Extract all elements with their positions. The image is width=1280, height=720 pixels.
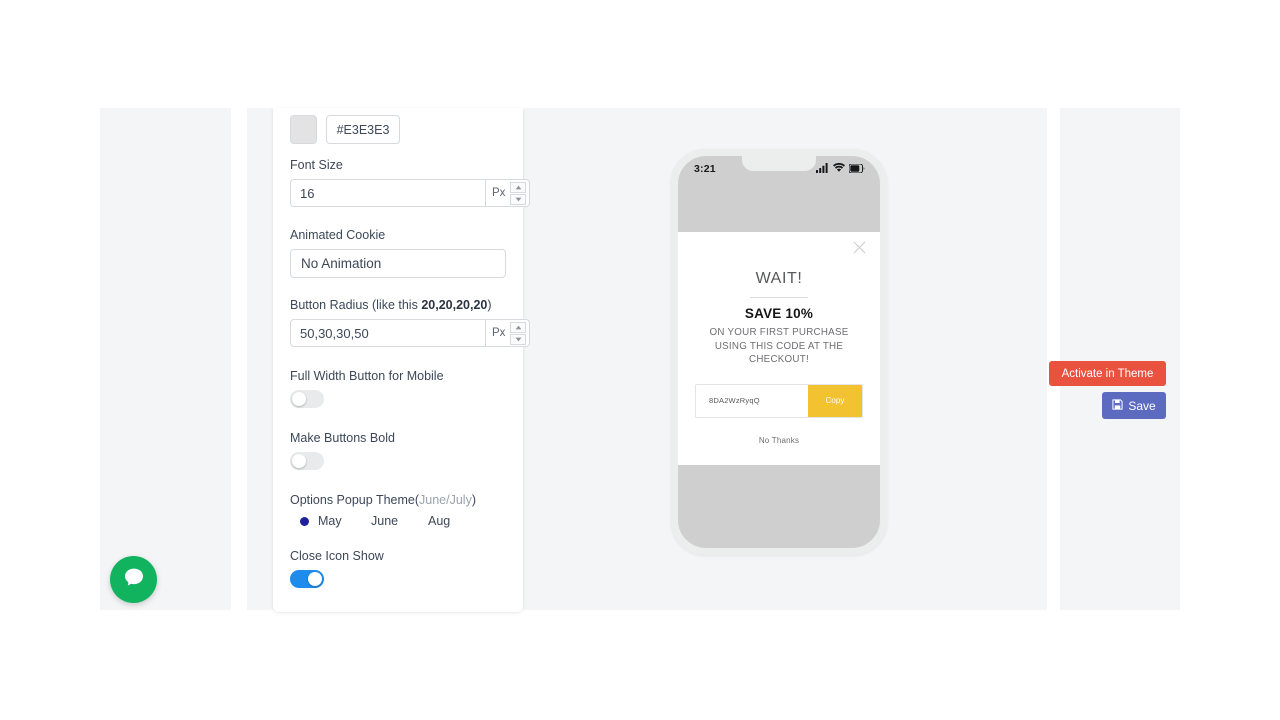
activate-in-theme-button[interactable]: Activate in Theme	[1049, 361, 1166, 386]
animated-cookie-label: Animated Cookie	[290, 228, 386, 242]
close-icon-show-toggle[interactable]	[290, 570, 324, 588]
button-radius-increment-button[interactable]	[510, 321, 527, 333]
options-popup-theme-label-end: )	[471, 493, 477, 507]
options-popup-theme-field: Options Popup Theme(June/July) May June …	[290, 492, 506, 528]
wifi-icon	[833, 160, 845, 178]
options-popup-theme-hint-a: June	[419, 493, 447, 507]
button-radius-stepper	[510, 321, 527, 345]
button-radius-decrement-button[interactable]	[510, 333, 527, 345]
coupon-code-value[interactable]: 8DA2WzRyqQ	[696, 384, 808, 417]
font-size-input-group: Px	[290, 179, 531, 207]
font-size-increment-button[interactable]	[510, 181, 527, 193]
button-radius-field: Button Radius (like this 20,20,20,20) Px	[290, 297, 531, 347]
popup-subtext: ON YOUR FIRST PURCHASE USING THIS CODE A…	[695, 326, 863, 367]
full-width-button-toggle[interactable]	[290, 390, 324, 408]
signal-bars-icon	[816, 160, 829, 178]
save-button-label: Save	[1128, 398, 1156, 413]
radio-option-aug[interactable]: Aug	[428, 514, 450, 528]
popup-subtext-line-1: ON YOUR FIRST PURCHASE	[709, 327, 849, 338]
popup-subtext-line-2: USING THIS CODE AT THE	[714, 340, 844, 352]
left-column-panel	[100, 108, 231, 610]
right-column-panel	[1060, 108, 1180, 610]
full-width-button-field: Full Width Button for Mobile	[290, 368, 506, 408]
battery-icon	[848, 160, 865, 178]
radio-label-june: June	[371, 514, 399, 528]
button-radius-label-prefix: Button Radius (like this	[290, 298, 422, 312]
font-size-unit-box: Px	[485, 179, 531, 207]
save-button[interactable]: Save	[1102, 392, 1166, 419]
font-size-decrement-button[interactable]	[510, 193, 527, 205]
radio-label-aug: Aug	[428, 514, 451, 528]
color-field-row	[290, 108, 506, 144]
font-size-input[interactable]	[290, 179, 485, 207]
options-popup-theme-label-main: Options Popup Theme(	[290, 493, 420, 507]
coupon-code-row: 8DA2WzRyqQ Copy	[695, 383, 863, 418]
chat-widget-button[interactable]	[110, 556, 157, 603]
full-width-button-toggle-knob	[292, 392, 306, 406]
color-hex-input[interactable]	[326, 115, 400, 144]
copy-code-button[interactable]: Copy	[808, 384, 862, 417]
settings-card: Font Size Px Animated C	[273, 108, 531, 612]
make-buttons-bold-toggle[interactable]	[290, 452, 324, 470]
animated-cookie-field: Animated Cookie No Animation	[290, 227, 506, 278]
color-swatch[interactable]	[290, 115, 317, 144]
radio-option-june[interactable]: June	[371, 514, 428, 528]
app-page: Font Size Px Animated C	[0, 0, 1280, 720]
font-size-label: Font Size	[290, 158, 343, 172]
phone-screen: 3:21 WAIT! SAVE 10% ON YOUR FIRST PURCHA…	[678, 156, 880, 548]
preview-popup: WAIT! SAVE 10% ON YOUR FIRST PURCHASE US…	[678, 232, 880, 465]
floppy-disk-icon	[1112, 398, 1123, 413]
button-radius-label-suffix: )	[487, 298, 492, 312]
close-icon-show-field: Close Icon Show	[290, 548, 506, 588]
options-popup-theme-label: Options Popup Theme(June/July)	[290, 492, 506, 508]
popup-divider	[750, 297, 808, 298]
popup-subtext-line-3: CHECKOUT!	[749, 354, 809, 365]
options-popup-theme-radio-group: May June Aug	[290, 514, 506, 528]
options-popup-theme-hint-b: July	[449, 493, 472, 507]
status-bar-time: 3:21	[694, 163, 716, 175]
popup-headline: SAVE 10%	[744, 306, 814, 321]
button-radius-label-example: 20,20,20,20	[421, 298, 488, 312]
font-size-unit-label: Px	[492, 187, 506, 199]
close-icon-show-label: Close Icon Show	[290, 549, 384, 563]
radio-option-may[interactable]: May	[300, 514, 371, 528]
button-radius-unit-box: Px	[485, 319, 531, 347]
button-radius-input[interactable]	[290, 319, 485, 347]
font-size-stepper	[510, 181, 527, 205]
make-buttons-bold-field: Make Buttons Bold	[290, 430, 506, 470]
animated-cookie-select[interactable]: No Animation	[290, 249, 506, 278]
chat-bubble-icon	[122, 565, 146, 594]
radio-label-may: May	[318, 514, 342, 528]
phone-mockup: 3:21 WAIT! SAVE 10% ON YOUR FIRST PURCHA…	[671, 149, 887, 555]
font-size-field: Font Size Px	[290, 157, 531, 207]
status-bar-icons	[816, 160, 865, 178]
full-width-button-label: Full Width Button for Mobile	[290, 369, 444, 383]
animated-cookie-value: No Animation	[301, 256, 382, 271]
make-buttons-bold-toggle-knob	[292, 454, 306, 468]
radio-dot-may	[300, 516, 309, 526]
button-radius-unit-label: Px	[492, 327, 506, 339]
button-radius-input-group: Px	[290, 319, 531, 347]
close-x-icon[interactable]	[852, 240, 867, 255]
close-icon-show-toggle-knob	[308, 572, 322, 586]
phone-notch	[742, 156, 816, 171]
popup-title: WAIT!	[755, 270, 803, 287]
button-radius-label: Button Radius (like this 20,20,20,20)	[290, 297, 506, 313]
make-buttons-bold-label: Make Buttons Bold	[290, 431, 395, 445]
no-thanks-link[interactable]: No Thanks	[695, 436, 863, 445]
phone-status-bar: 3:21	[678, 156, 880, 182]
